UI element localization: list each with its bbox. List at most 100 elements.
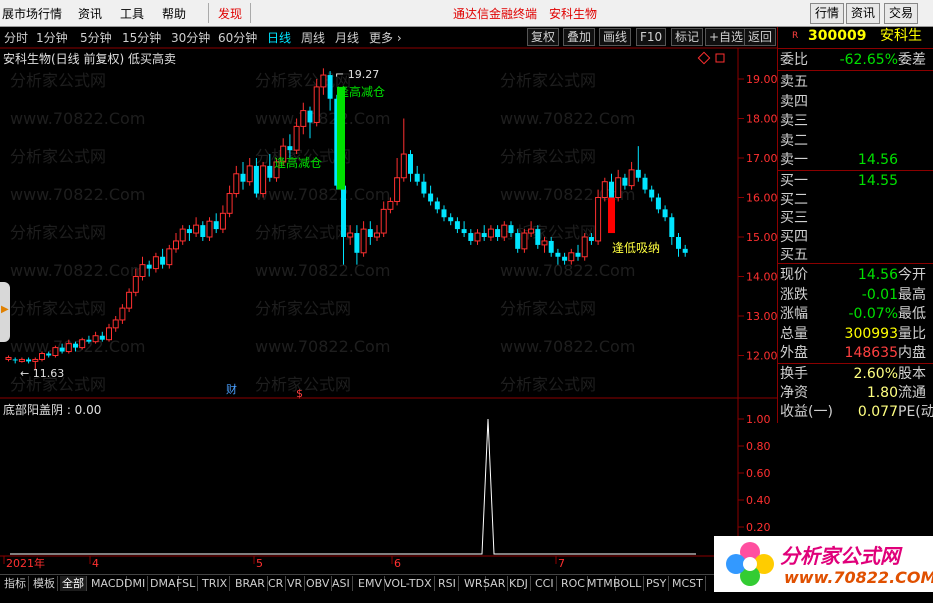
sell-level-row: 卖二	[778, 133, 933, 150]
watermark-layer: 分析家公式网 分析家公式网 分析家公式网www.70822.Com www.70822…	[10, 71, 635, 394]
indicator-tab[interactable]: KDJ	[507, 576, 531, 591]
divider	[778, 170, 933, 171]
indicator-tick-label: 1.00	[746, 413, 771, 426]
candle	[219, 205, 226, 234]
row-label: 外盘	[780, 345, 808, 361]
menu-bar: 展市场行情 资讯 工具 帮助 发现 通达信金融终端 安科生物 行情 资讯 交易	[0, 0, 933, 27]
candle	[408, 150, 413, 182]
stock-name: 安科生	[880, 28, 922, 44]
candle	[601, 177, 608, 202]
indicator-tab[interactable]: ROC	[559, 576, 588, 591]
add-watchlist-button[interactable]: +自选	[705, 28, 748, 46]
indicator-tab[interactable]: MCST	[670, 576, 706, 591]
x-tick-label: 7	[558, 557, 565, 570]
row-label: 卖三	[780, 113, 808, 129]
candle	[226, 185, 233, 218]
watermark-text: 分析家公式网	[500, 147, 596, 166]
tab-monthly[interactable]: 月线	[335, 29, 359, 46]
row-label-secondary: PE(动	[898, 404, 933, 420]
tab-daily[interactable]: 日线	[267, 29, 291, 46]
watermark-text: 分析家公式网	[10, 299, 106, 318]
quote-row: 总量 300993 量比	[778, 326, 933, 343]
candle	[380, 201, 387, 237]
indicator-tab[interactable]: CCI	[533, 576, 557, 591]
diamond-icon	[697, 51, 711, 65]
candle	[213, 213, 219, 234]
indicator-tab[interactable]: ASI	[330, 576, 353, 591]
candle	[487, 225, 494, 241]
watermark-text: www.70822.Com	[500, 337, 635, 356]
indicator-tab[interactable]: DMI	[122, 576, 149, 591]
menu-separator	[208, 3, 209, 23]
indicator-tab[interactable]: FSL	[174, 576, 199, 591]
indicator-tab[interactable]: CR	[266, 576, 287, 591]
tab-60min[interactable]: 60分钟	[218, 29, 257, 46]
indicator-tab[interactable]: VR	[285, 576, 306, 591]
kline-chart[interactable]: 分析家公式网 分析家公式网 分析家公式网www.70822.Com www.70822…	[0, 46, 777, 574]
watermark-text: www.70822.Com	[255, 185, 390, 204]
menu-item-news[interactable]: 资讯	[78, 5, 102, 22]
row-label: 买五	[780, 247, 808, 263]
indicator-tab[interactable]: PSY	[644, 576, 670, 591]
watermark-text: www.70822.Com	[255, 261, 390, 280]
tab-5min[interactable]: 5分钟	[80, 29, 112, 46]
finance-row: 净资 1.80 流通	[778, 385, 933, 402]
candle	[575, 244, 581, 261]
candle	[327, 71, 333, 111]
indicator-tab[interactable]: BOLL	[611, 576, 645, 591]
quote-row: 涨幅 -0.07% 最低	[778, 306, 933, 323]
row-value: 14.55	[857, 173, 898, 189]
candle	[595, 189, 602, 245]
divider	[778, 70, 933, 71]
candle	[12, 357, 18, 364]
quote-button[interactable]: 行情	[810, 3, 845, 24]
weibi-label: 委比	[780, 52, 808, 68]
candle	[367, 221, 373, 245]
indicator-tab[interactable]: 全部	[60, 576, 87, 591]
sell-level-row: 卖三	[778, 113, 933, 130]
mark-button[interactable]: 标记	[671, 28, 704, 46]
row-value: 14.56	[857, 152, 898, 168]
candle	[260, 161, 267, 198]
indicator-tab[interactable]: VOL-TDX	[382, 576, 435, 591]
price-tick-label: 17.00	[746, 152, 777, 165]
menu-item-discover[interactable]: 发现	[218, 5, 242, 22]
adjust-button[interactable]: 复权	[527, 28, 560, 46]
menu-item-tools[interactable]: 工具	[120, 5, 144, 22]
news-button[interactable]: 资讯	[846, 3, 881, 24]
left-collapse-handle[interactable]: ▶	[0, 282, 10, 342]
row-label-secondary: 流通	[898, 385, 926, 401]
candle	[581, 233, 588, 261]
indicator-tab[interactable]: TRIX	[200, 576, 231, 591]
back-button[interactable]: 返回	[744, 28, 776, 46]
tab-1min[interactable]: 1分钟	[36, 29, 68, 46]
tab-more[interactable]: 更多 ›	[369, 29, 402, 46]
watermark-text: www.70822.Com	[255, 337, 390, 356]
draw-button[interactable]: 画线	[599, 28, 632, 46]
tab-30min[interactable]: 30分钟	[171, 29, 210, 46]
candle	[662, 205, 668, 222]
indicator-tab[interactable]: 指标	[2, 576, 29, 591]
f10-button[interactable]: F10	[636, 28, 667, 46]
indicator-tab[interactable]: EMV	[356, 576, 385, 591]
watermark-text: 分析家公式网	[255, 375, 351, 394]
indicator-tab[interactable]: 模板	[31, 576, 58, 591]
tab-intraday[interactable]: 分时	[4, 29, 28, 46]
menu-item-help[interactable]: 帮助	[162, 5, 186, 22]
row-label: 收益(一)	[780, 404, 833, 420]
indicator-tab[interactable]: RSI	[436, 576, 459, 591]
candle	[441, 205, 447, 222]
indicator-tab[interactable]: OBV	[304, 576, 333, 591]
logo-title: 分析家公式网	[780, 544, 900, 568]
trade-button[interactable]: 交易	[884, 3, 919, 24]
overlay-button[interactable]: 叠加	[563, 28, 596, 46]
stock-title: 安科生物	[549, 7, 598, 21]
quote-row: 现价 14.56 今开	[778, 267, 933, 284]
tab-15min[interactable]: 15分钟	[122, 29, 161, 46]
indicator-tab[interactable]: SAR	[481, 576, 509, 591]
tab-weekly[interactable]: 周线	[301, 29, 325, 46]
candle	[434, 197, 440, 214]
menu-item-market[interactable]: 展市场行情	[2, 5, 62, 22]
stock-header: R 300009 安科生	[778, 28, 933, 46]
indicator-tab[interactable]: BRAR	[233, 576, 268, 591]
